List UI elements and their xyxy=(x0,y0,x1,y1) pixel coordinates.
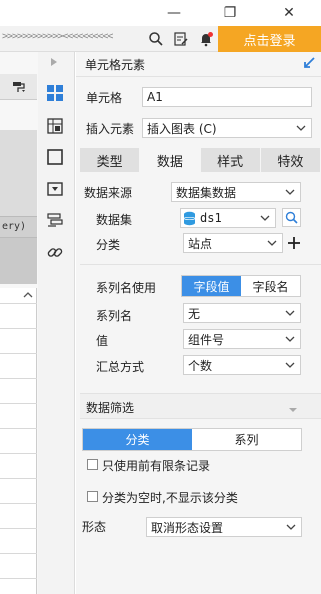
database-icon xyxy=(183,211,196,226)
field-value-option[interactable]: 字段值 xyxy=(182,276,241,296)
divider xyxy=(80,264,321,265)
grid-line xyxy=(0,353,37,354)
cell-attribute-icon[interactable] xyxy=(44,115,66,137)
dataset-label: 数据集 xyxy=(96,213,133,227)
series-name-select[interactable]: 无 xyxy=(183,303,301,323)
notification-bell-icon[interactable] xyxy=(196,29,216,49)
chevron-down-icon xyxy=(266,236,278,250)
property-tabs: 类型 数据 样式 特效 xyxy=(80,148,321,172)
sheet-grid[interactable] xyxy=(0,288,37,594)
sheet-column-area xyxy=(0,130,37,220)
plus-icon xyxy=(287,236,301,250)
insert-element-label: 插入元素 xyxy=(86,122,135,136)
shape-select[interactable]: 取消形态设置 xyxy=(146,517,302,537)
border-icon[interactable] xyxy=(44,146,66,168)
series-name-value: 无 xyxy=(188,306,201,321)
sheet-dark-area xyxy=(0,238,37,284)
grid-line xyxy=(0,453,37,454)
grid-line xyxy=(0,553,37,554)
tab-data[interactable]: 数据 xyxy=(140,148,201,172)
grid-line xyxy=(0,578,37,579)
filter-tab-series[interactable]: 系列 xyxy=(192,429,301,450)
limit-records-checkbox[interactable] xyxy=(87,459,98,470)
grid-line xyxy=(0,403,37,404)
grid-line xyxy=(0,528,37,529)
limit-records-label: 只使用前有限条记录 xyxy=(102,459,211,473)
add-category-button[interactable] xyxy=(286,235,302,251)
widget-icon[interactable] xyxy=(44,178,66,200)
edit-document-icon[interactable] xyxy=(171,29,191,49)
tab-type[interactable]: 类型 xyxy=(80,148,141,172)
field-name-option[interactable]: 字段名 xyxy=(241,276,300,296)
cell-input[interactable]: A1 xyxy=(142,87,312,107)
login-button[interactable]: 点击登录 xyxy=(218,26,321,52)
tab-effects[interactable]: 特效 xyxy=(260,148,321,172)
chevron-down-icon xyxy=(284,306,296,320)
cell-label: 单元格 xyxy=(86,91,123,105)
dataset-value: ds1 xyxy=(200,211,222,225)
category-value: 站点 xyxy=(188,236,213,251)
scroll-up-icon[interactable] xyxy=(19,288,37,302)
grid-line xyxy=(0,378,37,379)
category-select[interactable]: 站点 xyxy=(183,233,283,253)
tab-style[interactable]: 样式 xyxy=(200,148,261,172)
condition-attribute-icon[interactable] xyxy=(44,209,66,231)
close-icon[interactable]: ✕ xyxy=(266,0,312,26)
summary-method-value: 个数 xyxy=(188,358,213,373)
filter-tab-category[interactable]: 分类 xyxy=(83,429,192,450)
chevron-down-icon xyxy=(284,185,296,199)
grid-line xyxy=(0,303,37,304)
value-select[interactable]: 组件号 xyxy=(183,329,301,349)
cell-element-icon[interactable] xyxy=(44,82,66,104)
data-source-value: 数据集数据 xyxy=(176,185,237,200)
series-name-label: 系列名 xyxy=(96,309,133,323)
summary-method-label: 汇总方式 xyxy=(96,360,145,374)
grid-line xyxy=(0,503,37,504)
insert-element-value: 插入图表 (C) xyxy=(147,121,217,136)
maximize-icon[interactable]: ❐ xyxy=(207,0,253,26)
collapse-triangle-icon[interactable] xyxy=(288,402,298,416)
shape-value: 取消形态设置 xyxy=(151,520,224,535)
shape-label: 形态 xyxy=(82,520,107,534)
chevron-down-icon xyxy=(259,211,271,225)
sheet-cell-fragment: ery) xyxy=(2,221,27,232)
series-name-toggle: 字段值 字段名 xyxy=(181,275,301,297)
chevron-down-icon xyxy=(295,121,307,135)
data-source-label: 数据来源 xyxy=(84,186,133,200)
chevron-down-icon xyxy=(284,358,296,372)
panel-title: 单元格元素 xyxy=(85,58,146,72)
value-label: 值 xyxy=(96,334,109,348)
hide-empty-category-label: 分类为空时,不显示该分类 xyxy=(102,491,238,505)
insert-element-select[interactable]: 插入图表 (C) xyxy=(142,118,312,138)
summary-method-select[interactable]: 个数 xyxy=(183,355,301,375)
data-filter-title: 数据筛选 xyxy=(86,401,135,415)
category-label: 分类 xyxy=(96,238,121,252)
chevron-down-icon xyxy=(285,520,297,534)
hyperlink-icon[interactable] xyxy=(44,241,66,263)
dataset-select[interactable]: ds1 xyxy=(180,208,276,228)
search-icon[interactable] xyxy=(146,29,166,49)
collapsed-toolbar-chevrons[interactable]: >>>>>>>>>>>><<<<<<<<<< xyxy=(2,31,113,42)
divider xyxy=(76,76,321,77)
grid-line xyxy=(0,428,37,429)
chevron-down-icon xyxy=(284,332,296,346)
expand-arrow-icon[interactable] xyxy=(50,56,58,70)
grid-line xyxy=(0,478,37,479)
value-value: 组件号 xyxy=(188,332,225,347)
dataset-search-button[interactable] xyxy=(282,208,301,227)
series-name-use-label: 系列名使用 xyxy=(96,281,157,295)
pin-arrow-icon[interactable] xyxy=(302,56,316,73)
grid-line xyxy=(0,328,37,329)
filter-tabs: 分类 系列 xyxy=(82,428,302,451)
hide-empty-category-checkbox[interactable] xyxy=(87,491,98,502)
data-source-select[interactable]: 数据集数据 xyxy=(171,182,301,202)
minimize-icon[interactable]: — xyxy=(151,0,197,26)
search-icon xyxy=(285,211,298,224)
format-painter-icon[interactable] xyxy=(12,80,26,97)
